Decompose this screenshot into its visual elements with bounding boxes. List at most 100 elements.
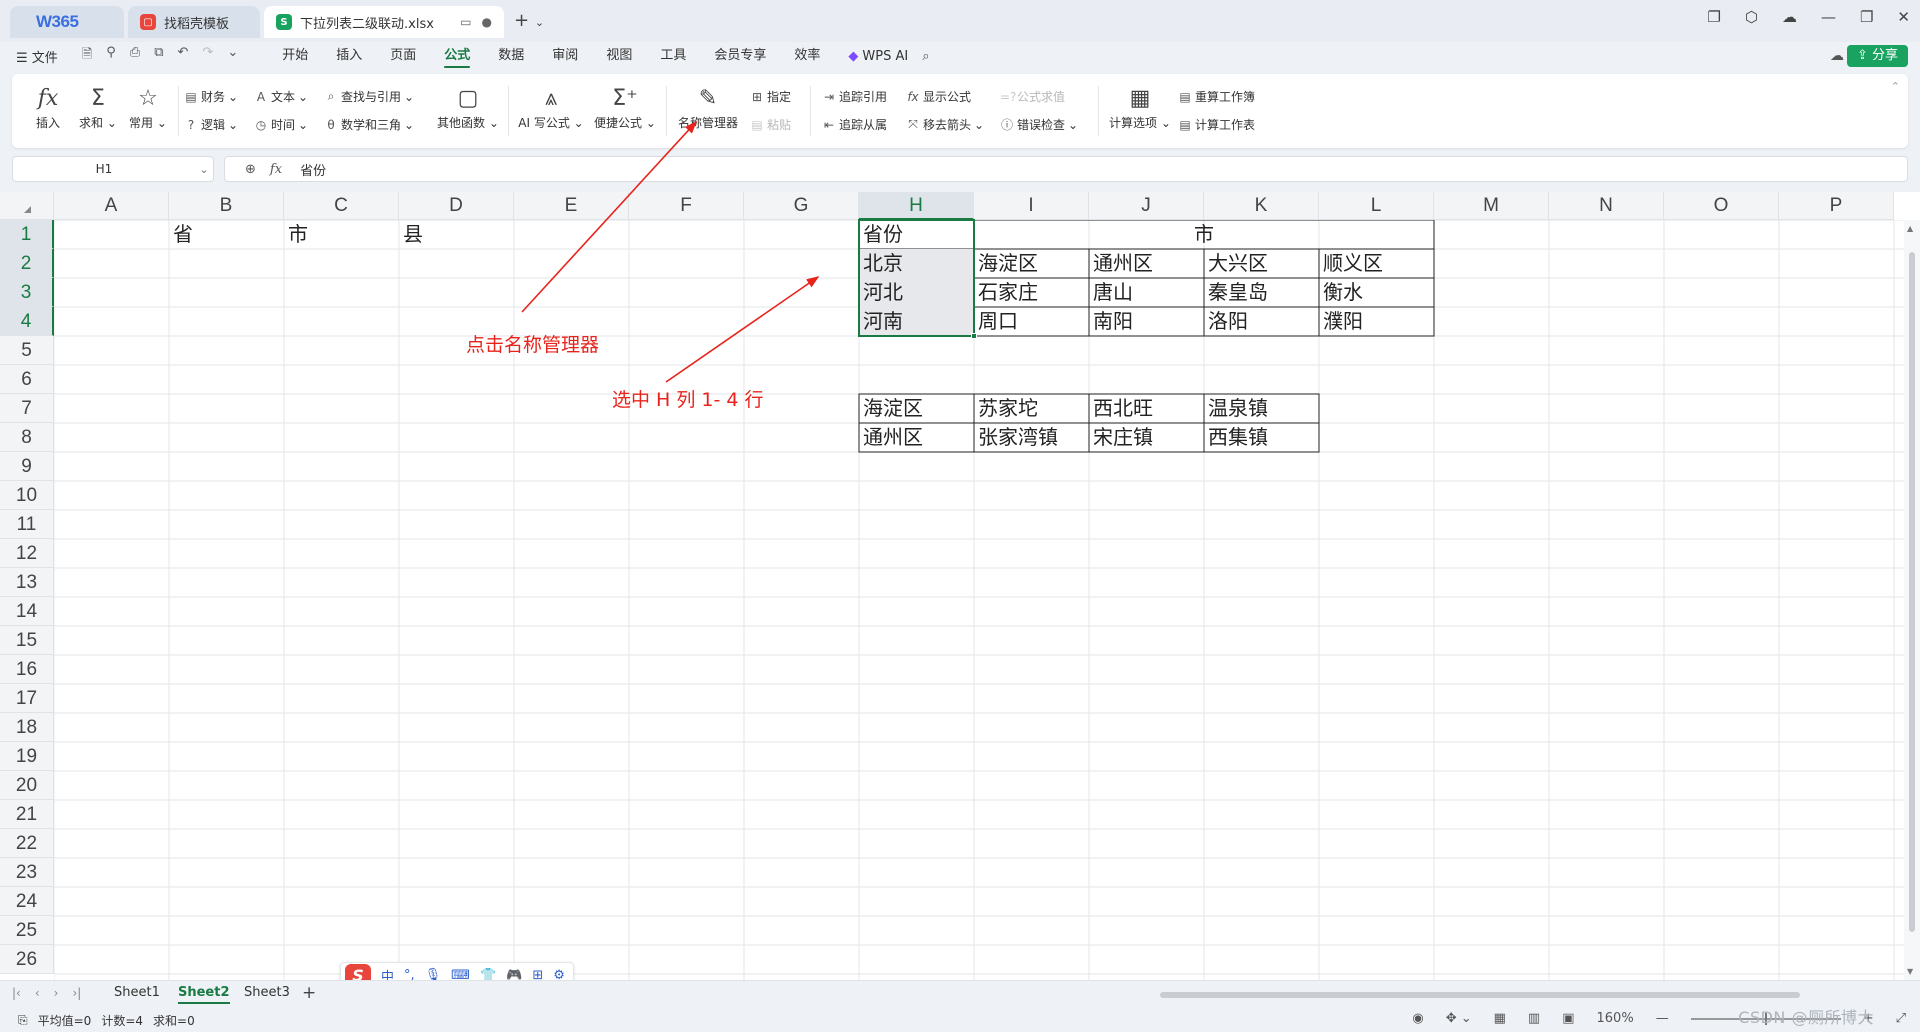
eye-protect-icon[interactable]: ◉ xyxy=(1412,1011,1423,1026)
horizontal-scrollbar[interactable] xyxy=(1150,991,1890,999)
menu-review[interactable]: 审阅 xyxy=(538,42,592,70)
row-header-4[interactable]: 4 xyxy=(0,307,54,336)
common-functions-button[interactable]: ☆ 常用 ⌄ xyxy=(124,84,172,131)
wps-ai-button[interactable]: ◆ WPS AI xyxy=(848,49,908,64)
sheet-tab-sheet1[interactable]: Sheet1 xyxy=(114,985,160,1000)
cell-h1[interactable]: 省份 xyxy=(859,220,974,249)
select-all-corner[interactable] xyxy=(0,192,54,220)
row-header-10[interactable]: 10 xyxy=(0,481,54,510)
file-menu[interactable]: ☰ 文件 xyxy=(16,47,58,66)
evaluate-formula-button[interactable]: =? 公式求值 xyxy=(1000,88,1065,105)
other-functions-button[interactable]: ▢ 其他函数 ⌄ xyxy=(436,84,500,131)
menu-efficiency[interactable]: 效率 xyxy=(780,42,834,70)
row-header-14[interactable]: 14 xyxy=(0,597,54,626)
print-preview-icon[interactable]: ⧉ xyxy=(154,45,163,67)
cell-i4[interactable]: 周口 xyxy=(974,307,1089,336)
column-header-e[interactable]: E xyxy=(514,192,629,220)
first-sheet-icon[interactable]: |‹ xyxy=(12,986,21,1000)
column-header-l[interactable]: L xyxy=(1319,192,1434,220)
cell-i1[interactable]: 市 xyxy=(974,220,1434,249)
trace-precedents-button[interactable]: ⇥ 追踪引用 xyxy=(822,88,887,105)
redo-icon[interactable]: ↷ xyxy=(202,45,213,67)
formula-input[interactable]: 省份 xyxy=(300,160,326,179)
cell-l2[interactable]: 顺义区 xyxy=(1319,249,1434,278)
recalc-workbook-button[interactable]: ▤ 重算工作簿 xyxy=(1178,88,1255,105)
cell-j3[interactable]: 唐山 xyxy=(1089,278,1204,307)
last-sheet-icon[interactable]: ›| xyxy=(72,986,81,1000)
zoom-icon[interactable]: ⊕ xyxy=(245,162,256,177)
menu-insert[interactable]: 插入 xyxy=(322,42,376,70)
row-header-5[interactable]: 5 xyxy=(0,336,54,365)
scroll-up-icon[interactable]: ▲ xyxy=(1907,224,1913,233)
page-break-view-icon[interactable]: ▣ xyxy=(1562,1011,1574,1026)
row-header-1[interactable]: 1 xyxy=(0,220,54,249)
column-header-p[interactable]: P xyxy=(1779,192,1894,220)
ai-formula-button[interactable]: ⩓ AI 写公式 ⌄ xyxy=(518,84,584,131)
restore-icon[interactable]: ❐ xyxy=(1860,8,1873,26)
next-sheet-icon[interactable]: › xyxy=(54,986,59,1000)
fx-icon[interactable]: fx xyxy=(270,162,282,177)
zoom-out-icon[interactable]: — xyxy=(1656,1011,1669,1026)
tab-workbook[interactable]: S 下拉列表二级联动.xlsx ▭ ● xyxy=(264,6,504,38)
row-header-24[interactable]: 24 xyxy=(0,887,54,916)
row-header-23[interactable]: 23 xyxy=(0,858,54,887)
cell-k8[interactable]: 西集镇 xyxy=(1204,423,1319,452)
row-header-13[interactable]: 13 xyxy=(0,568,54,597)
share-button[interactable]: ⇪ 分享 xyxy=(1846,45,1908,67)
row-header-20[interactable]: 20 xyxy=(0,771,54,800)
calc-sheet-button[interactable]: ▤ 计算工作表 xyxy=(1178,116,1255,133)
row-header-8[interactable]: 8 xyxy=(0,423,54,452)
cell-i3[interactable]: 石家庄 xyxy=(974,278,1089,307)
cell-k7[interactable]: 温泉镇 xyxy=(1204,394,1319,423)
menu-tools[interactable]: 工具 xyxy=(646,42,700,70)
column-header-o[interactable]: O xyxy=(1664,192,1779,220)
cloud-sync-icon[interactable]: ☁ xyxy=(1830,48,1844,64)
tab-template[interactable]: ▢ 找稻壳模板 xyxy=(128,6,260,38)
row-header-3[interactable]: 3 xyxy=(0,278,54,307)
vertical-scroll-thumb[interactable] xyxy=(1909,252,1915,932)
column-header-g[interactable]: G xyxy=(744,192,859,220)
fullscreen-icon[interactable]: ⤢ xyxy=(1896,1011,1906,1026)
cell-l4[interactable]: 濮阳 xyxy=(1319,307,1434,336)
reading-mode-icon[interactable]: ✥ ⌄ xyxy=(1446,1011,1472,1026)
sheet-tab-sheet3[interactable]: Sheet3 xyxy=(244,985,290,1000)
name-box[interactable]: H1 ⌄ xyxy=(12,156,214,182)
row-header-19[interactable]: 19 xyxy=(0,742,54,771)
row-header-11[interactable]: 11 xyxy=(0,510,54,539)
time-functions-button[interactable]: ◷ 时间 ⌄ xyxy=(254,116,308,133)
define-name-button[interactable]: ⊞ 指定 xyxy=(750,88,791,105)
lookup-functions-button[interactable]: ⌕ 查找与引用 ⌄ xyxy=(324,88,414,105)
cell-b1[interactable]: 省 xyxy=(169,220,284,249)
zoom-level[interactable]: 160% xyxy=(1597,1011,1634,1026)
column-header-i[interactable]: I xyxy=(974,192,1089,220)
undo-icon[interactable]: ↶ xyxy=(178,45,189,67)
menu-member[interactable]: 会员专享 xyxy=(700,42,780,70)
cell-h4[interactable]: 河南 xyxy=(859,307,974,336)
menu-view[interactable]: 视图 xyxy=(592,42,646,70)
row-header-9[interactable]: 9 xyxy=(0,452,54,481)
cell-i2[interactable]: 海淀区 xyxy=(974,249,1089,278)
formula-bar[interactable]: ⊕ fx 省份 xyxy=(224,156,1908,182)
cell-h7[interactable]: 海淀区 xyxy=(859,394,974,423)
window-mode-icon[interactable]: ❐ xyxy=(1707,8,1720,26)
cell-j8[interactable]: 宋庄镇 xyxy=(1089,423,1204,452)
print-icon[interactable]: ⎙ xyxy=(130,45,140,67)
chevron-down-icon[interactable]: ⌄ xyxy=(227,45,238,67)
row-header-18[interactable]: 18 xyxy=(0,713,54,742)
macro-record-icon[interactable]: ⎘ xyxy=(18,1013,28,1028)
column-header-n[interactable]: N xyxy=(1549,192,1664,220)
trace-dependents-button[interactable]: ⇤ 追踪从属 xyxy=(822,116,887,133)
row-header-12[interactable]: 12 xyxy=(0,539,54,568)
save-icon[interactable]: 🗎 xyxy=(82,45,92,67)
menu-formulas[interactable]: 公式 xyxy=(430,42,484,70)
text-functions-button[interactable]: A 文本 ⌄ xyxy=(254,88,308,105)
cell-h3[interactable]: 河北 xyxy=(859,278,974,307)
insert-function-button[interactable]: fx 插入 xyxy=(26,84,70,131)
column-header-a[interactable]: A xyxy=(54,192,169,220)
cell-j2[interactable]: 通州区 xyxy=(1089,249,1204,278)
column-header-k[interactable]: K xyxy=(1204,192,1319,220)
paste-name-button[interactable]: ▤ 粘贴 xyxy=(750,116,791,133)
cell-h2[interactable]: 北京 xyxy=(859,249,974,278)
cell-h8[interactable]: 通州区 xyxy=(859,423,974,452)
add-sheet-button[interactable]: + xyxy=(302,983,316,1003)
